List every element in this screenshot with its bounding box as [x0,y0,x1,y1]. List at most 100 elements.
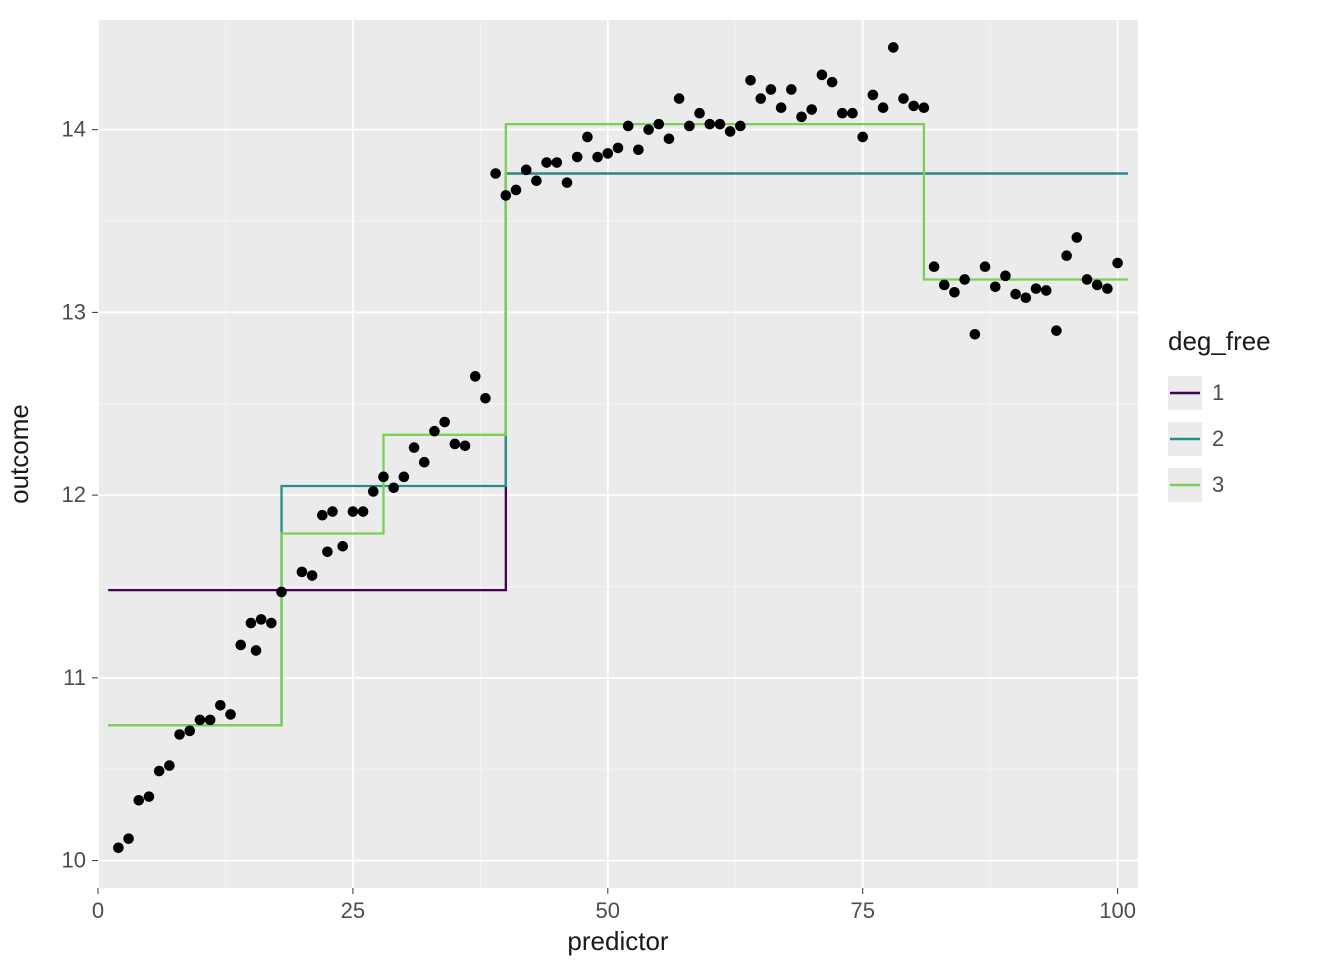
data-point [755,93,766,104]
data-point [745,75,756,86]
data-point [276,587,287,598]
data-point [337,541,348,552]
data-point [847,108,858,119]
data-point [195,715,206,726]
data-point [174,729,185,740]
data-point [827,77,838,88]
data-point [154,766,165,777]
data-point [317,510,328,521]
data-point [1112,258,1123,269]
data-point [613,143,624,154]
data-point [908,101,919,112]
data-point [429,426,440,437]
data-point [1102,283,1113,294]
data-point [133,795,144,806]
data-point [572,152,583,163]
legend-title: deg_free [1168,326,1271,356]
data-point [694,108,705,119]
data-point [868,90,879,101]
data-point [806,104,817,115]
data-point [919,102,930,113]
data-point [358,506,369,517]
legend-item: 2 [1168,422,1224,456]
legend-item: 1 [1168,376,1224,410]
data-point [327,506,338,517]
data-point [878,102,889,113]
y-axis-title: outcome [4,404,34,504]
data-point [322,546,333,557]
data-point [184,726,195,737]
data-point [898,93,909,104]
data-point [490,168,501,179]
data-point [541,157,552,168]
data-point [409,442,420,453]
legend-item-label: 1 [1212,380,1224,405]
data-point [786,84,797,95]
data-point [939,280,950,291]
data-point [531,176,542,187]
data-point [1041,285,1052,296]
data-point [735,121,746,132]
data-point [246,618,257,629]
x-tick-label: 75 [850,898,874,923]
data-point [653,119,664,130]
data-point [1031,283,1042,294]
legend-item: 3 [1168,468,1224,502]
data-point [1072,232,1083,243]
data-point [439,417,450,428]
data-point [796,112,807,123]
data-point [368,486,379,497]
data-point [1051,325,1062,336]
data-point [256,614,267,625]
data-point [480,393,491,404]
chart-svg: 02550751001011121314predictoroutcomedeg_… [0,0,1344,960]
data-point [460,440,471,451]
data-point [623,121,634,132]
data-point [251,645,262,656]
data-point [1010,289,1021,300]
data-point [562,177,573,188]
data-point [266,618,277,629]
data-point [990,281,1001,292]
data-point [378,472,389,483]
data-point [1082,274,1093,285]
data-point [970,329,981,340]
legend: deg_free 1 2 3 [1168,326,1271,502]
data-point [1021,292,1032,303]
data-point [664,133,675,144]
data-point [470,371,481,382]
data-point [582,132,593,143]
data-point [1000,271,1011,282]
data-point [511,185,522,196]
x-axis-title: predictor [567,926,668,956]
data-point [980,261,991,272]
data-point [419,457,430,468]
data-point [113,842,124,853]
data-point [766,84,777,95]
data-point [297,567,308,578]
data-point [776,102,787,113]
data-point [450,439,461,450]
data-point [552,157,563,168]
y-tick-label: 11 [63,665,86,690]
x-tick-label: 0 [92,898,104,923]
x-tick-label: 50 [596,898,620,923]
data-point [704,119,715,130]
data-point [857,132,868,143]
data-point [633,144,644,155]
data-point [225,709,236,720]
data-point [215,700,226,711]
y-tick-label: 10 [62,848,86,873]
data-point [949,287,960,298]
data-point [959,274,970,285]
data-point [521,165,532,176]
x-tick-label: 25 [341,898,365,923]
data-point [1092,280,1103,291]
data-point [235,640,246,651]
data-point [501,190,512,201]
y-tick-label: 13 [62,299,86,324]
data-point [929,261,940,272]
data-point [164,760,175,771]
data-point [674,93,685,104]
data-point [205,715,216,726]
